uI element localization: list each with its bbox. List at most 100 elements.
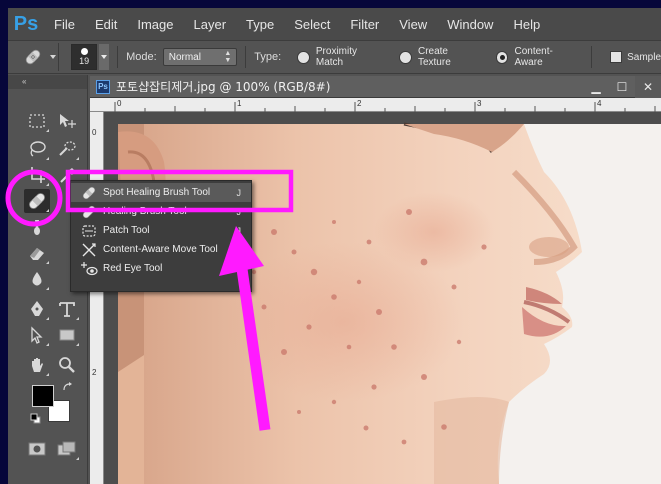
flyout-item-content-aware-move[interactable]: Content-Aware Move Tool J	[71, 240, 251, 259]
path-selection-icon	[31, 326, 43, 344]
window-controls: ▁ ☐ ✕	[583, 76, 661, 98]
blur-drop-icon	[32, 272, 42, 286]
brush-size-value: 19	[79, 56, 90, 66]
ruler-ticks	[114, 102, 656, 112]
radio-label: Proximity Match	[315, 46, 358, 68]
shortcut-key: J	[236, 225, 242, 236]
submenu-indicator-icon	[46, 129, 49, 132]
canvas[interactable]	[104, 112, 661, 484]
radio-button-selected[interactable]	[495, 50, 509, 64]
radio-button[interactable]	[297, 50, 310, 64]
healing-brush-icon	[79, 204, 99, 220]
flyout-item-red-eye[interactable]: Red Eye Tool	[71, 259, 251, 278]
crop-tool[interactable]	[24, 163, 50, 187]
flyout-item-label: Healing Brush Tool	[103, 206, 187, 217]
menu-layer[interactable]: Layer	[184, 17, 237, 32]
mode-select[interactable]: Normal ▲ ▼	[162, 48, 238, 66]
minimize-button[interactable]: ▁	[583, 76, 609, 98]
brush-icon	[34, 220, 40, 235]
menu-type[interactable]: Type	[236, 17, 284, 32]
lasso-tool[interactable]	[24, 137, 50, 161]
radio-content-aware[interactable]: Content-Aware	[495, 46, 580, 68]
screen-mode-button[interactable]	[54, 437, 80, 461]
spot-healing-icon	[25, 49, 41, 65]
brush-dropdown-button[interactable]	[99, 44, 110, 70]
mode-select-value: Normal	[168, 51, 201, 63]
brush-tool[interactable]	[24, 215, 50, 239]
quick-selection-tool[interactable]	[54, 137, 80, 161]
spot-healing-brush-tool[interactable]	[24, 189, 50, 213]
move-icon	[60, 114, 76, 128]
menu-bar: Ps File Edit Image Layer Type Select Fil…	[8, 8, 661, 40]
brush-preset-picker[interactable]: 19	[71, 44, 110, 70]
shortcut-key: J	[236, 187, 242, 198]
quick-mask-icon	[28, 442, 46, 456]
radio-proximity-match[interactable]: Proximity Match	[297, 46, 385, 68]
healing-tools-flyout: Spot Healing Brush Tool J Healing Brush …	[70, 180, 252, 292]
ruler-tick-label: 0	[92, 128, 97, 137]
ruler-tick-label: 2	[92, 368, 97, 377]
document-tab[interactable]: Ps 포토샵잡티제거.jpg @ 100% (RGB/8#) ▁ ☐ ✕	[90, 76, 661, 98]
submenu-indicator-icon	[46, 261, 49, 264]
eraser-tool[interactable]	[24, 241, 50, 265]
submenu-indicator-icon	[46, 343, 49, 346]
menu-edit[interactable]: Edit	[85, 17, 127, 32]
flyout-item-healing-brush[interactable]: Healing Brush Tool J	[71, 202, 251, 221]
type-tool[interactable]	[54, 297, 80, 321]
menu-image[interactable]: Image	[127, 17, 183, 32]
chevron-down-icon	[50, 55, 56, 59]
submenu-indicator-icon	[76, 157, 79, 160]
hand-tool[interactable]	[24, 353, 50, 377]
pen-icon	[31, 301, 43, 316]
maximize-button[interactable]: ☐	[609, 76, 635, 98]
radio-create-texture[interactable]: Create Texture	[399, 46, 482, 68]
menu-file[interactable]: File	[44, 17, 85, 32]
radio-label: Create Texture	[417, 46, 451, 68]
eraser-icon	[30, 248, 44, 260]
zoom-tool[interactable]	[54, 353, 80, 377]
foreground-color-swatch[interactable]	[32, 385, 54, 407]
radio-label: Content-Aware	[514, 46, 553, 68]
close-button[interactable]: ✕	[635, 76, 661, 98]
menu-select[interactable]: Select	[284, 17, 340, 32]
divider	[245, 46, 247, 68]
spot-healing-icon	[79, 185, 99, 201]
submenu-indicator-icon	[76, 317, 79, 320]
marquee-tool[interactable]	[24, 109, 50, 133]
submenu-indicator-icon	[76, 457, 79, 460]
lasso-icon	[30, 141, 46, 157]
flyout-item-label: Patch Tool	[103, 225, 150, 236]
swap-colors-icon[interactable]	[62, 381, 74, 393]
sample-all-layers-checkbox[interactable]	[610, 51, 623, 63]
menu-help[interactable]: Help	[503, 17, 550, 32]
path-selection-tool[interactable]	[24, 323, 50, 347]
blur-tool[interactable]	[24, 267, 50, 291]
photoshop-window: Ps File Edit Image Layer Type Select Fil…	[8, 8, 661, 484]
flyout-item-spot-healing[interactable]: Spot Healing Brush Tool J	[71, 183, 251, 202]
hand-icon	[32, 358, 43, 372]
rectangle-tool[interactable]	[54, 323, 80, 347]
menu-filter[interactable]: Filter	[340, 17, 389, 32]
default-colors-icon[interactable]	[30, 413, 42, 425]
quick-mask-button[interactable]	[24, 437, 50, 461]
pen-tool[interactable]	[24, 297, 50, 321]
type-label: Type:	[254, 51, 282, 63]
content-aware-move-icon	[79, 242, 99, 258]
radio-button[interactable]	[399, 50, 412, 64]
updown-arrows-icon: ▲ ▼	[224, 50, 232, 64]
menu-window[interactable]: Window	[437, 17, 503, 32]
collapse-panel-button[interactable]: «	[8, 75, 87, 89]
submenu-indicator-icon	[46, 209, 49, 212]
red-eye-icon	[79, 261, 99, 277]
move-tool[interactable]	[54, 109, 80, 133]
divider	[591, 46, 593, 68]
screen-mode-icon	[57, 441, 76, 456]
sample-label: Sample	[627, 51, 661, 63]
type-icon	[59, 302, 75, 317]
flyout-item-patch[interactable]: Patch Tool J	[71, 221, 251, 240]
photoshop-logo: Ps	[13, 12, 39, 35]
menu-view[interactable]: View	[389, 17, 437, 32]
tool-preset-picker[interactable]	[8, 43, 60, 71]
zoom-icon	[59, 357, 75, 373]
brush-preview: 19	[71, 44, 98, 70]
